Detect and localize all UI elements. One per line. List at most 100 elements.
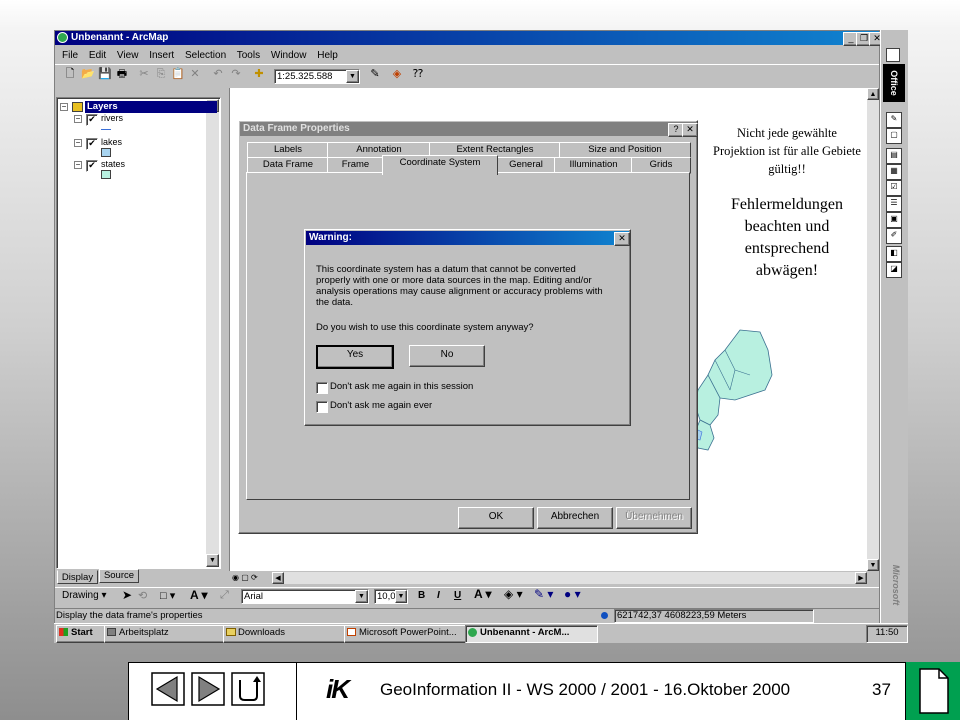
- drawing-menu[interactable]: Drawing ▾: [62, 590, 107, 601]
- tab-coordinate-system[interactable]: Coordinate System: [382, 155, 498, 175]
- delete-icon[interactable]: ✕: [187, 66, 203, 82]
- editor-icon[interactable]: ✎: [367, 66, 383, 82]
- toc-root-label[interactable]: Layers: [85, 101, 217, 113]
- add-data-icon[interactable]: ✚: [251, 66, 267, 82]
- font-color-icon[interactable]: A ▾: [474, 587, 492, 601]
- office-icon-picture[interactable]: ◪: [886, 262, 902, 278]
- rivers-expander[interactable]: −: [74, 115, 82, 123]
- menu-help[interactable]: Help: [317, 50, 338, 61]
- undo-icon[interactable]: ↶: [210, 66, 226, 82]
- states-layer-label[interactable]: states: [101, 159, 125, 169]
- font-size-dropdown-arrow[interactable]: ▼: [395, 590, 407, 603]
- scale-dropdown-arrow[interactable]: ▼: [346, 70, 359, 83]
- italic-button[interactable]: I: [437, 590, 440, 601]
- map-scroll-left[interactable]: ◀: [272, 572, 284, 584]
- document-icon[interactable]: [919, 668, 949, 714]
- taskbar-item-arbeitsplatz[interactable]: Arbeitsplatz: [104, 625, 236, 643]
- no-button[interactable]: No: [409, 345, 485, 367]
- office-icon-task[interactable]: ▦: [886, 164, 902, 180]
- menu-selection[interactable]: Selection: [185, 50, 226, 61]
- tab-grids-label: Grids: [649, 159, 673, 170]
- taskbar-item-downloads[interactable]: Downloads: [223, 625, 357, 643]
- rivers-visibility-checkbox[interactable]: ✔: [86, 114, 98, 126]
- map-horizontal-scrollbar[interactable]: [272, 572, 867, 584]
- office-bar-top-icon[interactable]: [886, 48, 900, 62]
- bold-button[interactable]: B: [418, 590, 425, 601]
- whats-this-icon[interactable]: ⁇: [410, 66, 426, 82]
- marker-color-icon[interactable]: ● ▾: [564, 587, 581, 601]
- toc-scroll-down[interactable]: ▼: [206, 554, 219, 567]
- line-color-icon[interactable]: ✎ ▾: [534, 587, 553, 601]
- dont-ask-session-checkbox[interactable]: [316, 382, 328, 394]
- map-scroll-up[interactable]: ▲: [867, 88, 879, 100]
- toc-root-expander[interactable]: −: [60, 103, 68, 111]
- warning-titlebar[interactable]: Warning:: [306, 231, 629, 245]
- copy-icon[interactable]: ⎘: [153, 66, 169, 82]
- office-icon-contact[interactable]: ☰: [886, 196, 902, 212]
- nav-next-icon[interactable]: [191, 672, 225, 706]
- taskbar-item-powerpoint[interactable]: Microsoft PowerPoint...: [344, 625, 478, 643]
- nav-previous-icon[interactable]: [151, 672, 185, 706]
- print-icon[interactable]: 🖶: [114, 66, 130, 82]
- office-icon-note[interactable]: ✐: [886, 228, 902, 244]
- open-icon[interactable]: 📂: [80, 66, 96, 82]
- dialog-titlebar[interactable]: Data Frame Properties: [240, 122, 696, 136]
- toc-tab-display[interactable]: Display: [57, 570, 98, 584]
- edit-vertices-icon[interactable]: ⤢: [220, 589, 229, 602]
- office-icon-new[interactable]: ✎: [886, 112, 902, 128]
- rectangle-tool-icon[interactable]: □ ▾: [160, 589, 175, 602]
- menu-tools[interactable]: Tools: [237, 50, 260, 61]
- menu-insert[interactable]: Insert: [149, 50, 174, 61]
- menu-edit[interactable]: Edit: [89, 50, 106, 61]
- font-name-dropdown-arrow[interactable]: ▼: [355, 590, 368, 603]
- toc-scrollbar[interactable]: [206, 99, 219, 567]
- coords-indicator-icon: [601, 612, 608, 619]
- layout-view-icons[interactable]: ◉ ▢ ⟳: [232, 573, 270, 584]
- new-icon[interactable]: 🗋: [62, 66, 78, 82]
- paste-icon[interactable]: 📋: [170, 66, 186, 82]
- arcmap-titlebar[interactable]: Unbenannt - ArcMap: [55, 31, 879, 45]
- map-vertical-scrollbar[interactable]: [867, 88, 879, 571]
- rivers-layer-label[interactable]: rivers: [101, 113, 123, 123]
- underline-button[interactable]: U: [454, 590, 461, 601]
- arctoolbox-icon[interactable]: ◈: [389, 66, 405, 82]
- drawing-menu-label: Drawing: [62, 590, 99, 601]
- select-pointer-icon[interactable]: ➤: [122, 588, 132, 602]
- save-icon[interactable]: 💾: [97, 66, 113, 82]
- office-icon-book[interactable]: ▣: [886, 212, 902, 228]
- office-icon-check[interactable]: ☑: [886, 180, 902, 196]
- rotate-icon[interactable]: ⟲: [138, 589, 147, 602]
- ok-button[interactable]: OK: [458, 507, 534, 529]
- taskbar-item-arcmap[interactable]: Unbenannt - ArcM...: [465, 625, 598, 643]
- nav-return-icon[interactable]: [231, 672, 265, 706]
- dialog-close-button[interactable]: ✕: [682, 123, 698, 137]
- map-scroll-right[interactable]: ▶: [855, 572, 867, 584]
- office-icon-open[interactable]: ▢: [886, 128, 902, 144]
- warning-title: Warning:: [309, 232, 352, 243]
- states-visibility-checkbox[interactable]: ✔: [86, 160, 98, 172]
- text-tool-icon[interactable]: A ▾: [190, 588, 208, 602]
- menu-view[interactable]: View: [117, 50, 139, 61]
- yes-button[interactable]: Yes: [316, 345, 394, 369]
- taskbar-icon-downloads: [226, 628, 236, 636]
- cancel-button[interactable]: Abbrechen: [537, 507, 613, 529]
- lakes-expander[interactable]: −: [74, 139, 82, 147]
- toc-tab-source[interactable]: Source: [99, 569, 139, 583]
- cut-icon[interactable]: ✂: [136, 66, 152, 82]
- menu-file[interactable]: File: [62, 50, 78, 61]
- warning-close-button[interactable]: ✕: [614, 232, 630, 246]
- redo-icon[interactable]: ↷: [228, 66, 244, 82]
- lakes-layer-label[interactable]: lakes: [101, 137, 122, 147]
- apply-button[interactable]: Übernehmen: [616, 507, 692, 529]
- office-icon-powerpoint[interactable]: ◧: [886, 246, 902, 262]
- fill-color-icon[interactable]: ◈ ▾: [504, 587, 523, 601]
- globe-icon: [57, 32, 68, 43]
- drawing-toolbar: [55, 587, 879, 607]
- office-icon-doc[interactable]: ▤: [886, 148, 902, 164]
- map-scroll-down[interactable]: ▼: [867, 559, 879, 571]
- dont-ask-ever-checkbox[interactable]: [316, 401, 328, 413]
- menu-window[interactable]: Window: [271, 50, 307, 61]
- lakes-visibility-checkbox[interactable]: ✔: [86, 138, 98, 150]
- font-name-combo[interactable]: Arial: [241, 589, 369, 604]
- states-expander[interactable]: −: [74, 161, 82, 169]
